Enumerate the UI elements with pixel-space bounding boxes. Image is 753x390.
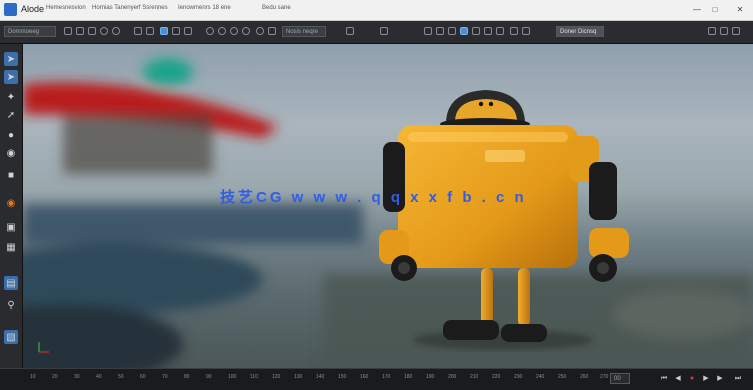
lighting-icon[interactable]: [496, 27, 504, 35]
main-toolbar: Dommoeeg Nosis neqre Doner Dicnsq: [0, 21, 753, 44]
quick-search-field[interactable]: Nosis neqre: [282, 26, 326, 37]
frame-tick: 100: [228, 374, 237, 380]
frame-tick: 260: [580, 374, 589, 380]
save-icon[interactable]: [88, 27, 96, 35]
frame-tick: 180: [404, 374, 413, 380]
frame-tick: 220: [492, 374, 501, 380]
frame-tick: 160: [360, 374, 369, 380]
undo-icon[interactable]: [100, 27, 108, 35]
frame-tick: 170: [382, 374, 391, 380]
modeling-toolkit-icon[interactable]: [732, 27, 740, 35]
frame-tick: 80: [184, 374, 190, 380]
attribute-editor-icon[interactable]: [708, 27, 716, 35]
shadow-icon[interactable]: [510, 27, 518, 35]
channel-box-icon[interactable]: [720, 27, 728, 35]
title-bar: Alode Hemesnesvion Hornias Tanenyerf Ssr…: [0, 0, 753, 21]
ipr-render-icon[interactable]: [268, 27, 276, 35]
new-file-icon[interactable]: [64, 27, 72, 35]
frame-tick: 70: [162, 374, 168, 380]
camera-icon[interactable]: [448, 27, 456, 35]
frame-tick: 40: [96, 374, 102, 380]
snap-point-icon[interactable]: [206, 27, 214, 35]
frame-tick: 250: [558, 374, 567, 380]
tool-box: ➤ ➤ ✦ ➚ ● ◉ ■ ◉ ▣ ▦ ▤ ⚲ ▧: [0, 44, 23, 368]
output-ops-icon[interactable]: [380, 27, 388, 35]
frame-tick: 120: [272, 374, 281, 380]
frame-tick: 200: [448, 374, 457, 380]
frame-tick: 90: [206, 374, 212, 380]
single-view-icon[interactable]: ▣: [4, 220, 18, 234]
frame-tick: 150: [338, 374, 347, 380]
zoom-icon[interactable]: ⚲: [4, 298, 18, 312]
outliner-layout-icon[interactable]: ▤: [4, 276, 18, 290]
current-frame-field[interactable]: 00: [610, 373, 630, 384]
frame-tick: 30: [74, 374, 80, 380]
watermark-text: 技艺CG w w w . q q x x f b . c n: [220, 189, 527, 206]
history-icon[interactable]: [242, 27, 250, 35]
snap-surface-icon[interactable]: [230, 27, 238, 35]
snap-view-icon[interactable]: [218, 27, 226, 35]
paint-select-icon[interactable]: ✦: [4, 90, 18, 104]
frame-tick: 230: [514, 374, 523, 380]
lasso-tool-icon[interactable]: ➤: [4, 70, 18, 84]
step-back-icon[interactable]: ◀: [674, 375, 682, 383]
app-name: Alode: [21, 4, 45, 14]
frame-tick: 210: [470, 374, 479, 380]
snap-curve-icon[interactable]: [184, 27, 192, 35]
rotate-tool-icon[interactable]: ●: [4, 128, 18, 142]
lasso-mode-icon[interactable]: [146, 27, 154, 35]
smooth-shade-icon[interactable]: [472, 27, 480, 35]
paint-mode-icon[interactable]: [160, 27, 168, 35]
menu-item[interactable]: Bedu sane: [262, 5, 291, 11]
frame-tick: 190: [426, 374, 435, 380]
soft-select-icon[interactable]: ◉: [4, 196, 18, 210]
minimize-icon[interactable]: —: [692, 5, 702, 15]
maximize-icon[interactable]: □: [710, 5, 720, 15]
isolate-icon[interactable]: [522, 27, 530, 35]
script-editor-icon[interactable]: ▧: [4, 330, 18, 344]
menu-item[interactable]: Hornias Tanenyerf Ssrennes: [92, 5, 168, 11]
open-file-icon[interactable]: [76, 27, 84, 35]
time-slider[interactable]: 10 20 30 40 50 60 70 80 90 100 110 120 1…: [0, 368, 753, 390]
panel-layout-icon[interactable]: [424, 27, 432, 35]
frame-tick: 270: [600, 374, 609, 380]
select-mode-icon[interactable]: [134, 27, 142, 35]
wireframe-icon[interactable]: [460, 27, 468, 35]
frame-tick: 50: [118, 374, 124, 380]
viewport[interactable]: 技艺CG w w w . q q x x f b . c n: [23, 44, 753, 368]
select-tool-icon[interactable]: ➤: [4, 52, 18, 66]
go-to-end-icon[interactable]: ⏭: [734, 375, 742, 383]
app-logo-icon: [4, 3, 17, 16]
input-ops-icon[interactable]: [346, 27, 354, 35]
panel-grid-icon[interactable]: [436, 27, 444, 35]
frame-tick: 140: [316, 374, 325, 380]
move-tool-icon[interactable]: ➚: [4, 108, 18, 122]
snap-grid-icon[interactable]: [172, 27, 180, 35]
render-icon[interactable]: [256, 27, 264, 35]
shelf-button[interactable]: Doner Dicnsq: [556, 26, 604, 37]
frame-tick: 240: [536, 374, 545, 380]
close-icon[interactable]: ✕: [735, 5, 745, 15]
textured-icon[interactable]: [484, 27, 492, 35]
last-tool-icon[interactable]: ■: [4, 168, 18, 182]
frame-tick: 10: [30, 374, 36, 380]
frame-tick: 110: [250, 374, 258, 380]
play-icon[interactable]: ▶: [702, 375, 710, 383]
step-forward-icon[interactable]: ▶: [716, 375, 724, 383]
background-scene: [23, 58, 753, 368]
go-to-start-icon[interactable]: ⏮: [660, 375, 668, 383]
workspace-dropdown[interactable]: Dommoeeg: [4, 26, 56, 37]
record-icon[interactable]: ●: [688, 375, 696, 383]
redo-icon[interactable]: [112, 27, 120, 35]
frame-tick: 20: [52, 374, 58, 380]
scale-tool-icon[interactable]: ◉: [4, 146, 18, 160]
menu-item[interactable]: Ienowmenrs 18 ene: [178, 5, 231, 11]
frame-tick: 60: [140, 374, 146, 380]
four-view-icon[interactable]: ▦: [4, 240, 18, 254]
frame-tick: 130: [294, 374, 303, 380]
menu-item[interactable]: Hemesnesvion: [46, 5, 86, 11]
